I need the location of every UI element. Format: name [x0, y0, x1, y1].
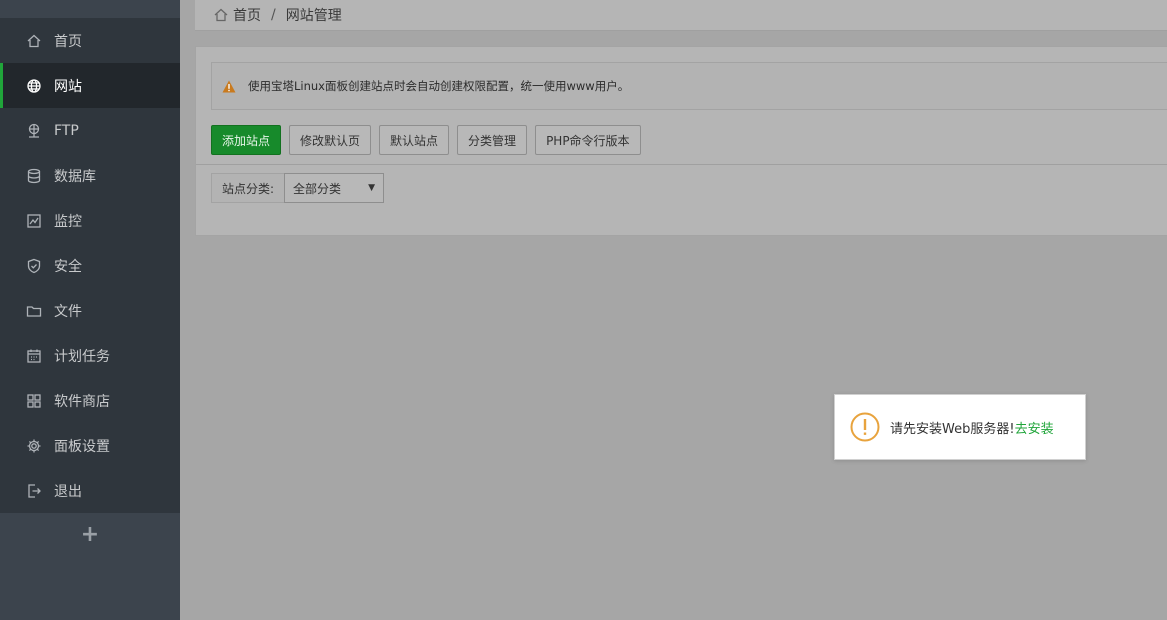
php-cli-version-button[interactable]: PHP命令行版本 — [535, 125, 641, 155]
default-site-button[interactable]: 默认站点 — [379, 125, 450, 155]
sidebar-item-store[interactable]: 软件商店 — [0, 378, 180, 423]
database-icon — [26, 168, 42, 184]
sidebar-item-label: 首页 — [54, 33, 82, 50]
grid-icon — [26, 393, 42, 409]
site-panel: 使用宝塔Linux面板创建站点时会自动创建权限配置，统一使用www用户。 添加站… — [195, 46, 1167, 236]
sidebar-item-website[interactable]: 网站 — [0, 63, 180, 108]
category-filter-label: 站点分类: — [211, 173, 285, 203]
breadcrumb-separator: / — [271, 7, 276, 23]
breadcrumb: 首页 / 网站管理 — [195, 0, 1167, 31]
sidebar-item-label: 面板设置 — [54, 438, 110, 455]
sidebar-item-logout[interactable]: 退出 — [0, 468, 180, 513]
edit-default-page-button[interactable]: 修改默认页 — [289, 125, 372, 155]
permission-notice-text: 使用宝塔Linux面板创建站点时会自动创建权限配置，统一使用www用户。 — [248, 79, 630, 93]
folder-icon — [26, 303, 42, 319]
sidebar-item-label: 安全 — [54, 258, 82, 275]
sidebar-item-label: 计划任务 — [54, 348, 110, 365]
toolbar: 添加站点 修改默认页 默认站点 分类管理 PHP命令行版本 — [211, 125, 641, 155]
sidebar-item-files[interactable]: 文件 — [0, 288, 180, 333]
install-webserver-toast: 请先安装Web服务器! 去安装 — [834, 394, 1086, 460]
sidebar-item-label: 数据库 — [54, 168, 96, 185]
calendar-icon — [26, 348, 42, 364]
main-content: 首页 / 网站管理 使用宝塔Linux面板创建站点时会自动创建权限配置，统一使用… — [180, 0, 1167, 620]
sidebar-item-label: 监控 — [54, 213, 82, 230]
breadcrumb-current: 网站管理 — [285, 8, 342, 24]
sidebar-item-label: 退出 — [54, 483, 82, 500]
category-select[interactable]: 全部分类 ▼ — [284, 173, 385, 203]
add-site-button[interactable]: 添加站点 — [211, 125, 282, 155]
sidebar-item-label: 软件商店 — [54, 393, 110, 410]
sidebar: 首页 网站 FTP 数据库 监控 安全 文件 计划任务 软件商店 面板设置 退出… — [0, 0, 180, 620]
sidebar-item-cron[interactable]: 计划任务 — [0, 333, 180, 378]
sidebar-item-label: 文件 — [54, 303, 82, 320]
category-filter: 站点分类: 全部分类 ▼ — [211, 173, 385, 203]
home-icon — [26, 33, 42, 49]
add-shortcut-button[interactable]: + — [0, 513, 180, 555]
home-icon — [213, 7, 229, 23]
monitor-icon — [26, 213, 42, 229]
sidebar-item-security[interactable]: 安全 — [0, 243, 180, 288]
permission-notice: 使用宝塔Linux面板创建站点时会自动创建权限配置，统一使用www用户。 — [211, 62, 1167, 110]
divider — [196, 164, 1167, 165]
category-manage-button[interactable]: 分类管理 — [457, 125, 528, 155]
gear-icon — [26, 438, 42, 454]
sidebar-item-settings[interactable]: 面板设置 — [0, 423, 180, 468]
install-link[interactable]: 去安装 — [1015, 418, 1054, 437]
sidebar-top — [0, 0, 180, 18]
sidebar-item-database[interactable]: 数据库 — [0, 153, 180, 198]
ftp-icon — [26, 123, 42, 139]
sidebar-item-ftp[interactable]: FTP — [0, 108, 180, 153]
sidebar-item-home[interactable]: 首页 — [0, 18, 180, 63]
exclamation-icon — [850, 412, 880, 442]
dropdown-arrow-icon: ▼ — [368, 183, 376, 193]
category-select-value: 全部分类 — [293, 181, 342, 196]
sidebar-item-monitor[interactable]: 监控 — [0, 198, 180, 243]
breadcrumb-home[interactable]: 首页 — [233, 5, 261, 25]
warning-icon — [222, 80, 236, 93]
sidebar-item-label: 网站 — [54, 78, 82, 95]
shield-icon — [26, 258, 42, 274]
toast-message: 请先安装Web服务器! — [890, 421, 1015, 437]
logout-icon — [26, 483, 42, 499]
globe-icon — [26, 78, 42, 94]
sidebar-menu: 首页 网站 FTP 数据库 监控 安全 文件 计划任务 软件商店 面板设置 退出 — [0, 18, 180, 513]
sidebar-item-label: FTP — [54, 122, 79, 139]
